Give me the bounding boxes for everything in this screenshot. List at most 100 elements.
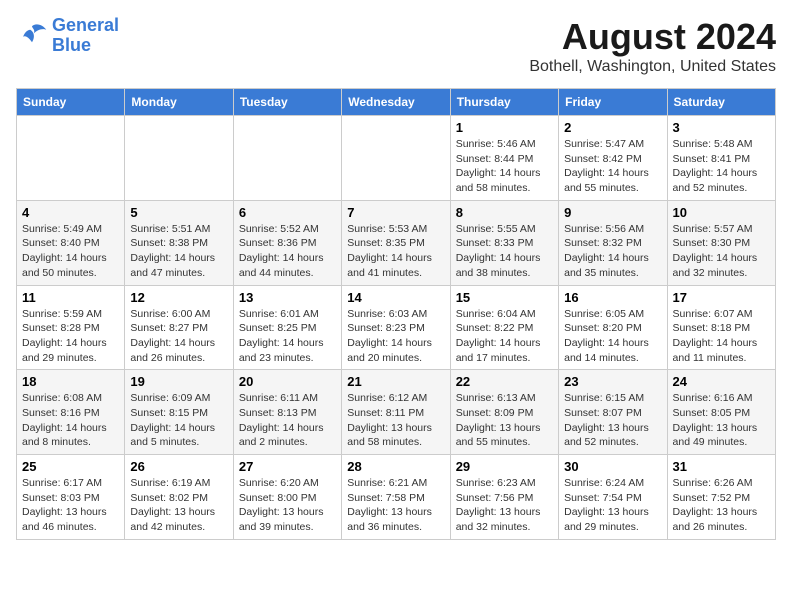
calendar-cell xyxy=(342,116,450,201)
calendar-week-2: 4 Sunrise: 5:49 AM Sunset: 8:40 PM Daylig… xyxy=(17,200,776,285)
day-number: 2 xyxy=(564,120,661,135)
calendar-cell: 21 Sunrise: 6:12 AM Sunset: 8:11 PM Dayli… xyxy=(342,370,450,455)
logo-text: GeneralBlue xyxy=(52,16,119,56)
day-number: 19 xyxy=(130,374,227,389)
calendar-week-5: 25 Sunrise: 6:17 AM Sunset: 8:03 PM Dayli… xyxy=(17,455,776,540)
day-number: 4 xyxy=(22,205,119,220)
day-info: Sunrise: 6:15 AM Sunset: 8:07 PM Dayligh… xyxy=(564,391,661,450)
day-info: Sunrise: 6:12 AM Sunset: 8:11 PM Dayligh… xyxy=(347,391,444,450)
calendar-cell: 28Sunrise: 6:21 AM Sunset: 7:58 PM Dayli… xyxy=(342,455,450,540)
calendar-cell: 2 Sunrise: 5:47 AM Sunset: 8:42 PM Daylig… xyxy=(559,116,667,201)
day-number: 18 xyxy=(22,374,119,389)
logo-icon xyxy=(16,22,48,50)
day-info: Sunrise: 6:04 AM Sunset: 8:22 PM Dayligh… xyxy=(456,307,553,366)
calendar-cell: 1Sunrise: 5:46 AM Sunset: 8:44 PM Daylig… xyxy=(450,116,558,201)
day-info: Sunrise: 6:13 AM Sunset: 8:09 PM Dayligh… xyxy=(456,391,553,450)
calendar-cell: 25 Sunrise: 6:17 AM Sunset: 8:03 PM Dayli… xyxy=(17,455,125,540)
calendar-cell xyxy=(17,116,125,201)
day-number: 7 xyxy=(347,205,444,220)
weekday-header-sunday: Sunday xyxy=(17,89,125,116)
calendar-cell: 18Sunrise: 6:08 AM Sunset: 8:16 PM Dayli… xyxy=(17,370,125,455)
day-number: 17 xyxy=(673,290,770,305)
day-number: 8 xyxy=(456,205,553,220)
day-number: 25 xyxy=(22,459,119,474)
day-number: 9 xyxy=(564,205,661,220)
calendar-cell: 11Sunrise: 5:59 AM Sunset: 8:28 PM Dayli… xyxy=(17,285,125,370)
weekday-header-tuesday: Tuesday xyxy=(233,89,341,116)
day-info: Sunrise: 6:23 AM Sunset: 7:56 PM Dayligh… xyxy=(456,476,553,535)
day-info: Sunrise: 6:26 AM Sunset: 7:52 PM Dayligh… xyxy=(673,476,770,535)
day-info: Sunrise: 5:48 AM Sunset: 8:41 PM Dayligh… xyxy=(673,137,770,196)
calendar-cell: 22 Sunrise: 6:13 AM Sunset: 8:09 PM Dayli… xyxy=(450,370,558,455)
calendar-cell: 23 Sunrise: 6:15 AM Sunset: 8:07 PM Dayli… xyxy=(559,370,667,455)
calendar-cell: 26 Sunrise: 6:19 AM Sunset: 8:02 PM Dayli… xyxy=(125,455,233,540)
day-info: Sunrise: 6:24 AM Sunset: 7:54 PM Dayligh… xyxy=(564,476,661,535)
calendar-cell: 8 Sunrise: 5:55 AM Sunset: 8:33 PM Daylig… xyxy=(450,200,558,285)
title-section: August 2024 Bothell, Washington, United … xyxy=(529,16,776,76)
calendar-cell: 16Sunrise: 6:05 AM Sunset: 8:20 PM Dayli… xyxy=(559,285,667,370)
day-number: 16 xyxy=(564,290,661,305)
page-title: August 2024 xyxy=(529,16,776,58)
calendar-cell: 5 Sunrise: 5:51 AM Sunset: 8:38 PM Daylig… xyxy=(125,200,233,285)
weekday-header-monday: Monday xyxy=(125,89,233,116)
day-info: Sunrise: 6:16 AM Sunset: 8:05 PM Dayligh… xyxy=(673,391,770,450)
calendar-cell: 13 Sunrise: 6:01 AM Sunset: 8:25 PM Dayli… xyxy=(233,285,341,370)
calendar-cell: 29 Sunrise: 6:23 AM Sunset: 7:56 PM Dayli… xyxy=(450,455,558,540)
day-info: Sunrise: 5:57 AM Sunset: 8:30 PM Dayligh… xyxy=(673,222,770,281)
day-info: Sunrise: 6:19 AM Sunset: 8:02 PM Dayligh… xyxy=(130,476,227,535)
header: GeneralBlue August 2024 Bothell, Washing… xyxy=(16,16,776,76)
day-number: 15 xyxy=(456,290,553,305)
calendar-cell: 10 Sunrise: 5:57 AM Sunset: 8:30 PM Dayli… xyxy=(667,200,775,285)
calendar-cell: 14Sunrise: 6:03 AM Sunset: 8:23 PM Dayli… xyxy=(342,285,450,370)
day-number: 24 xyxy=(673,374,770,389)
day-info: Sunrise: 6:01 AM Sunset: 8:25 PM Dayligh… xyxy=(239,307,336,366)
day-info: Sunrise: 6:20 AM Sunset: 8:00 PM Dayligh… xyxy=(239,476,336,535)
day-number: 31 xyxy=(673,459,770,474)
day-number: 13 xyxy=(239,290,336,305)
day-number: 20 xyxy=(239,374,336,389)
day-number: 14 xyxy=(347,290,444,305)
weekday-header-thursday: Thursday xyxy=(450,89,558,116)
day-info: Sunrise: 6:09 AM Sunset: 8:15 PM Dayligh… xyxy=(130,391,227,450)
calendar-cell: 12 Sunrise: 6:00 AM Sunset: 8:27 PM Dayli… xyxy=(125,285,233,370)
day-info: Sunrise: 5:55 AM Sunset: 8:33 PM Dayligh… xyxy=(456,222,553,281)
day-number: 5 xyxy=(130,205,227,220)
calendar-week-4: 18Sunrise: 6:08 AM Sunset: 8:16 PM Dayli… xyxy=(17,370,776,455)
day-info: Sunrise: 5:59 AM Sunset: 8:28 PM Dayligh… xyxy=(22,307,119,366)
day-number: 28 xyxy=(347,459,444,474)
day-info: Sunrise: 6:00 AM Sunset: 8:27 PM Dayligh… xyxy=(130,307,227,366)
day-info: Sunrise: 6:17 AM Sunset: 8:03 PM Dayligh… xyxy=(22,476,119,535)
day-number: 26 xyxy=(130,459,227,474)
day-number: 1 xyxy=(456,120,553,135)
calendar-cell xyxy=(233,116,341,201)
day-info: Sunrise: 5:56 AM Sunset: 8:32 PM Dayligh… xyxy=(564,222,661,281)
day-info: Sunrise: 5:49 AM Sunset: 8:40 PM Dayligh… xyxy=(22,222,119,281)
calendar-cell: 27 Sunrise: 6:20 AM Sunset: 8:00 PM Dayli… xyxy=(233,455,341,540)
calendar-cell: 9 Sunrise: 5:56 AM Sunset: 8:32 PM Daylig… xyxy=(559,200,667,285)
calendar-cell: 6 Sunrise: 5:52 AM Sunset: 8:36 PM Daylig… xyxy=(233,200,341,285)
day-info: Sunrise: 5:52 AM Sunset: 8:36 PM Dayligh… xyxy=(239,222,336,281)
calendar-week-3: 11Sunrise: 5:59 AM Sunset: 8:28 PM Dayli… xyxy=(17,285,776,370)
day-number: 22 xyxy=(456,374,553,389)
day-info: Sunrise: 5:51 AM Sunset: 8:38 PM Dayligh… xyxy=(130,222,227,281)
day-number: 29 xyxy=(456,459,553,474)
calendar-cell: 3 Sunrise: 5:48 AM Sunset: 8:41 PM Daylig… xyxy=(667,116,775,201)
day-number: 10 xyxy=(673,205,770,220)
day-info: Sunrise: 5:47 AM Sunset: 8:42 PM Dayligh… xyxy=(564,137,661,196)
calendar-week-1: 1Sunrise: 5:46 AM Sunset: 8:44 PM Daylig… xyxy=(17,116,776,201)
calendar-table: SundayMondayTuesdayWednesdayThursdayFrid… xyxy=(16,88,776,540)
day-number: 23 xyxy=(564,374,661,389)
day-number: 27 xyxy=(239,459,336,474)
weekday-header-row: SundayMondayTuesdayWednesdayThursdayFrid… xyxy=(17,89,776,116)
weekday-header-saturday: Saturday xyxy=(667,89,775,116)
calendar-cell: 24 Sunrise: 6:16 AM Sunset: 8:05 PM Dayli… xyxy=(667,370,775,455)
day-number: 30 xyxy=(564,459,661,474)
weekday-header-wednesday: Wednesday xyxy=(342,89,450,116)
day-number: 6 xyxy=(239,205,336,220)
day-number: 3 xyxy=(673,120,770,135)
day-number: 12 xyxy=(130,290,227,305)
day-number: 21 xyxy=(347,374,444,389)
page-subtitle: Bothell, Washington, United States xyxy=(529,58,776,76)
logo: GeneralBlue xyxy=(16,16,119,56)
calendar-cell: 7Sunrise: 5:53 AM Sunset: 8:35 PM Daylig… xyxy=(342,200,450,285)
